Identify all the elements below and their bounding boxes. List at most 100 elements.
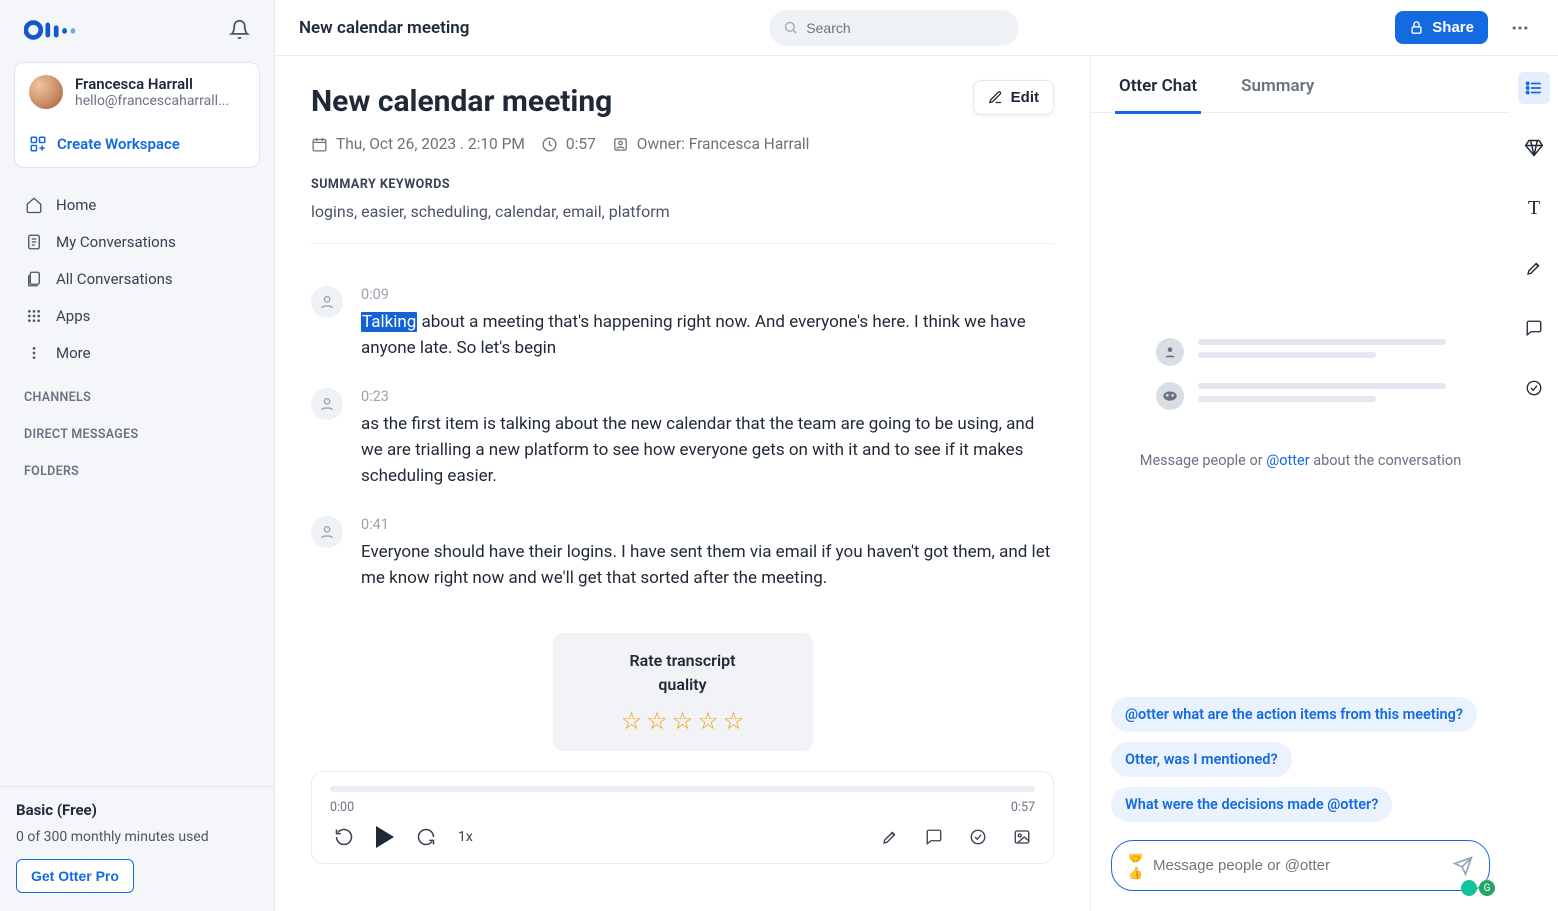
- meeting-duration: 0:57: [541, 135, 596, 153]
- segment-ts: 0:23: [361, 388, 1054, 405]
- nav-apps-label: Apps: [56, 307, 90, 325]
- segment-ts: 0:09: [361, 286, 1054, 303]
- suggestion-chip[interactable]: What were the decisions made @otter?: [1111, 787, 1392, 822]
- get-pro-button[interactable]: Get Otter Pro: [16, 859, 134, 893]
- section-channels[interactable]: CHANNELS: [0, 372, 274, 409]
- highlight: Talking: [361, 312, 417, 332]
- edit-button[interactable]: Edit: [973, 80, 1054, 115]
- composer[interactable]: 🤝👍 G: [1111, 840, 1490, 891]
- kebab-menu[interactable]: [1506, 14, 1534, 42]
- check-circle-icon: [1525, 379, 1543, 397]
- tabs: Otter Chat Summary: [1091, 56, 1510, 113]
- share-button[interactable]: Share: [1395, 11, 1488, 44]
- section-direct-messages[interactable]: DIRECT MESSAGES: [0, 409, 274, 446]
- tool-rail: T: [1510, 56, 1558, 911]
- nav: Home My Conversations All Conversations …: [0, 186, 274, 372]
- suggestion-chip[interactable]: Otter, was I mentioned?: [1111, 742, 1292, 777]
- segment-text: as the first item is talking about the n…: [361, 411, 1054, 490]
- segment-text: Talking about a meeting that's happening…: [361, 309, 1054, 362]
- tool-highlight[interactable]: [1518, 252, 1550, 284]
- speed-label[interactable]: 1x: [458, 829, 473, 845]
- star-icon[interactable]: ☆: [723, 707, 745, 735]
- keywords-list: logins, easier, scheduling, calendar, em…: [311, 202, 1054, 221]
- topbar: New calendar meeting Share: [275, 0, 1558, 56]
- meeting-date: Thu, Oct 26, 2023 . 2:10 PM: [311, 135, 525, 153]
- suggestion-chip[interactable]: @otter what are the action items from th…: [1111, 697, 1477, 732]
- app-logo[interactable]: [24, 18, 74, 40]
- nav-more[interactable]: More: [14, 335, 260, 371]
- nav-my-conversations[interactable]: My Conversations: [14, 224, 260, 260]
- list-icon: [1525, 79, 1543, 97]
- stars[interactable]: ☆ ☆ ☆ ☆ ☆: [571, 707, 795, 735]
- empty-hint: Message people or @otter about the conve…: [1140, 450, 1461, 472]
- star-icon[interactable]: ☆: [672, 707, 694, 735]
- avatar: [29, 75, 63, 109]
- tool-check[interactable]: [1518, 372, 1550, 404]
- section-folders[interactable]: FOLDERS: [0, 446, 274, 483]
- pencil-icon: [988, 90, 1003, 105]
- nav-my-conversations-label: My Conversations: [56, 233, 176, 251]
- page-title: New calendar meeting: [299, 18, 469, 38]
- composer-input[interactable]: [1153, 857, 1443, 874]
- tool-outline[interactable]: [1518, 72, 1550, 104]
- more-icon: [24, 345, 44, 361]
- meeting-date-text: Thu, Oct 26, 2023 . 2:10 PM: [336, 135, 525, 153]
- rate-box: Rate transcript quality ☆ ☆ ☆ ☆ ☆: [553, 633, 813, 751]
- user-name: Francesca Harrall: [75, 75, 229, 93]
- search-wrapper[interactable]: [769, 10, 1019, 46]
- comment-icon[interactable]: [921, 824, 947, 850]
- segment-0[interactable]: 0:09 Talking about a meeting that's happ…: [311, 286, 1054, 362]
- time-start: 0:00: [330, 800, 354, 815]
- placeholder-row: [1156, 382, 1446, 410]
- logo-icon: [24, 18, 74, 40]
- star-icon[interactable]: ☆: [621, 707, 643, 735]
- placeholder-row: [1156, 338, 1446, 366]
- tool-comment[interactable]: [1518, 312, 1550, 344]
- user-row[interactable]: Francesca Harrall hello@francescaharrall…: [15, 63, 259, 121]
- star-icon[interactable]: ☆: [697, 707, 719, 735]
- forward-icon[interactable]: [412, 823, 440, 851]
- plan-usage: 0 of 300 monthly minutes used: [16, 829, 258, 845]
- nav-home[interactable]: Home: [14, 187, 260, 223]
- play-button[interactable]: [376, 826, 394, 848]
- share-label: Share: [1432, 19, 1474, 36]
- clock-icon: [541, 136, 558, 153]
- player: 0:00 0:57 1x: [311, 771, 1054, 864]
- documents-icon: [24, 270, 44, 288]
- segment-1[interactable]: 0:23 as the first item is talking about …: [311, 388, 1054, 490]
- search-input[interactable]: [806, 20, 1005, 36]
- lock-icon: [1409, 20, 1424, 35]
- plan-label: Basic (Free): [16, 801, 258, 819]
- nav-apps[interactable]: Apps: [14, 298, 260, 334]
- segment-2[interactable]: 0:41 Everyone should have their logins. …: [311, 516, 1054, 592]
- tab-otter-chat[interactable]: Otter Chat: [1115, 56, 1201, 112]
- gem-icon: [1524, 138, 1544, 158]
- meeting-title[interactable]: New calendar meeting: [311, 84, 1054, 119]
- nav-home-label: Home: [56, 196, 96, 214]
- workspace-add-icon: [29, 135, 47, 153]
- document-icon: [24, 233, 44, 251]
- image-icon[interactable]: [1009, 824, 1035, 850]
- meeting-owner-text: Owner: Francesca Harrall: [637, 135, 810, 153]
- text-icon: T: [1528, 197, 1540, 220]
- meeting-owner: Owner: Francesca Harrall: [612, 135, 810, 153]
- highlight-icon[interactable]: [877, 824, 903, 850]
- send-icon[interactable]: [1453, 856, 1473, 876]
- apps-icon: [24, 308, 44, 324]
- tool-text[interactable]: T: [1518, 192, 1550, 224]
- nav-all-conversations-label: All Conversations: [56, 270, 173, 288]
- tool-gem[interactable]: [1518, 132, 1550, 164]
- transcript-pane: Edit New calendar meeting Thu, Oct 26, 2…: [275, 56, 1090, 911]
- star-icon[interactable]: ☆: [646, 707, 668, 735]
- grammarly-badge: G: [1461, 880, 1495, 896]
- tab-summary[interactable]: Summary: [1237, 56, 1318, 112]
- owner-icon: [612, 136, 629, 153]
- check-circle-icon[interactable]: [965, 824, 991, 850]
- progress-bar[interactable]: [330, 786, 1035, 792]
- rewind-icon[interactable]: [330, 823, 358, 851]
- notifications-icon[interactable]: [229, 19, 250, 40]
- sidebar: Francesca Harrall hello@francescaharrall…: [0, 0, 275, 911]
- bot-icon: [1156, 382, 1184, 410]
- nav-all-conversations[interactable]: All Conversations: [14, 261, 260, 297]
- create-workspace-button[interactable]: Create Workspace: [15, 121, 259, 167]
